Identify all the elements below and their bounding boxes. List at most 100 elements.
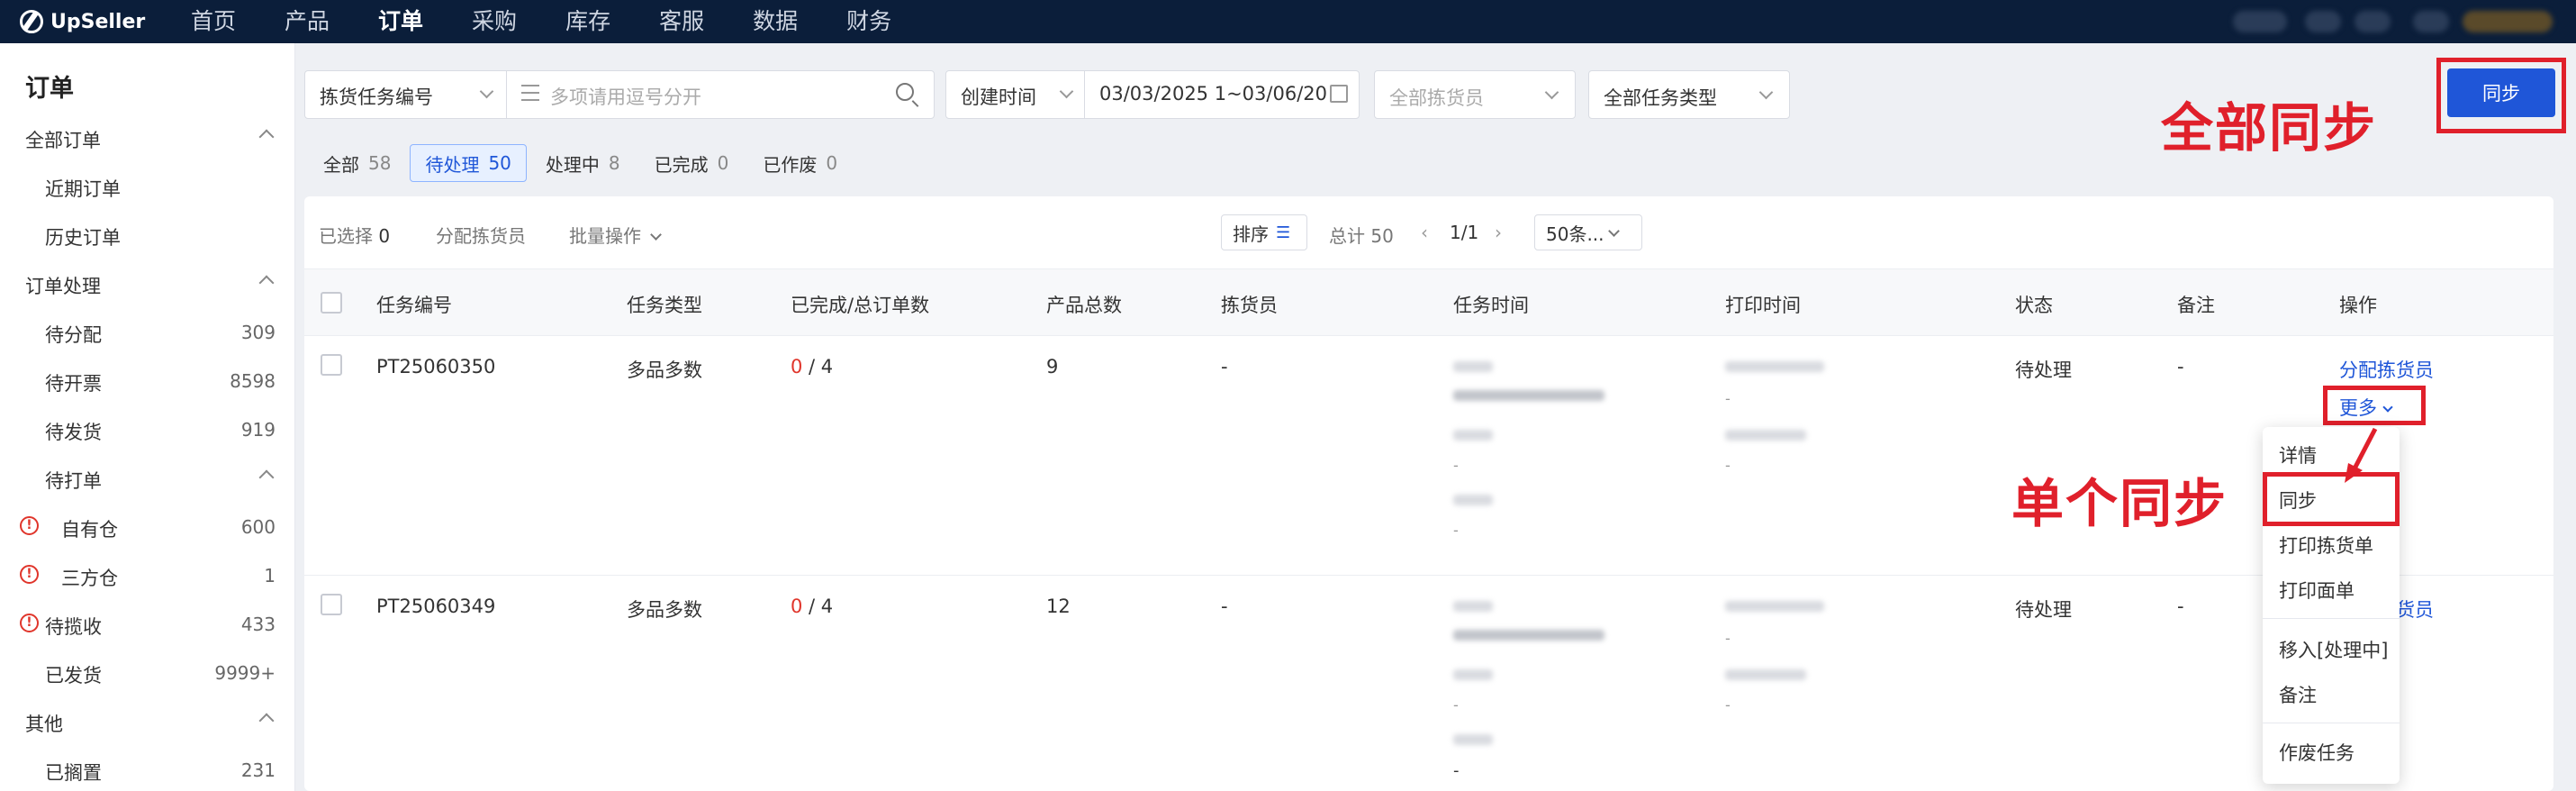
note: - [2177, 356, 2184, 377]
blurred-topbar-item[interactable] [2305, 11, 2341, 32]
tab-label: 已完成 [654, 153, 709, 176]
task-time-dash: - [1453, 696, 1459, 714]
menu-item-void-task[interactable]: 作废任务 [2279, 739, 2355, 766]
tab-all[interactable]: 全部 58 [308, 144, 406, 182]
blurred-print-time [1725, 361, 1824, 372]
task-no-input[interactable]: 多项请用逗号分开 [507, 70, 934, 119]
row-checkbox[interactable] [321, 354, 342, 376]
chevron-down-icon [1544, 85, 1559, 100]
tab-count: 0 [826, 152, 838, 174]
nav-finance[interactable]: 财务 [846, 0, 891, 43]
task-no-select-label: 拣货任务编号 [320, 86, 433, 108]
blurred-task-time [1453, 390, 1604, 401]
sidebar-group-order-processing[interactable]: 订单处理 [0, 265, 295, 301]
page-size-select[interactable]: 50条... [1534, 214, 1642, 250]
chevron-up-icon [258, 129, 275, 145]
task-type-select[interactable]: 全部任务类型 [1588, 70, 1790, 119]
blurred-user-avatar[interactable] [2463, 11, 2553, 32]
blurred-topbar-item[interactable] [2355, 11, 2391, 32]
search-icon[interactable] [896, 83, 919, 107]
tab-voided[interactable]: 已作废 0 [747, 144, 853, 182]
nav-inventory[interactable]: 库存 [565, 0, 610, 43]
tab-label: 已作废 [763, 153, 818, 176]
annotation-sync-all: 全部同步 [2161, 97, 2378, 159]
time-type-label: 创建时间 [961, 86, 1036, 108]
menu-item-details[interactable]: 详情 [2279, 441, 2317, 468]
sidebar-item-count: 1 [264, 565, 276, 586]
nav-products[interactable]: 产品 [285, 0, 330, 43]
warning-icon: ! [20, 565, 39, 584]
completed-total: 0 / 4 [791, 596, 833, 617]
sort-icon: ☰ [1276, 223, 1291, 242]
nav-customer-service[interactable]: 客服 [659, 0, 704, 43]
menu-item-print-label[interactable]: 打印面单 [2279, 577, 2355, 604]
nav-purchase[interactable]: 采购 [472, 0, 517, 43]
sidebar-item-to-collect[interactable]: ! 待揽收 433 [0, 605, 295, 641]
status-text: 待处理 [2015, 599, 2072, 621]
logo-icon [20, 10, 43, 33]
select-all-checkbox[interactable] [321, 292, 342, 314]
date-range-picker[interactable]: 03/03/2025 1~03/06/2025 1 [1085, 70, 1359, 119]
tab-count: 0 [717, 152, 729, 174]
time-type-select[interactable]: 创建时间 [946, 70, 1085, 119]
blurred-topbar-item[interactable] [2413, 11, 2449, 32]
sidebar-item-recent-orders[interactable]: 近期订单 [0, 168, 295, 204]
sidebar-item-third-party-warehouse[interactable]: ! 三方仓 1 [0, 557, 295, 593]
task-time-dash: - [1453, 522, 1459, 539]
tab-processing[interactable]: 处理中 8 [530, 144, 636, 182]
menu-item-print-pick-list[interactable]: 打印拣货单 [2279, 532, 2373, 559]
tab-completed[interactable]: 已完成 0 [639, 144, 745, 182]
picker-select-placeholder: 全部拣货员 [1389, 87, 1484, 109]
picker: - [1221, 596, 1228, 617]
blurred-task-time [1453, 734, 1493, 745]
chevron-down-icon [650, 229, 663, 241]
sort-label: 排序 [1233, 223, 1269, 245]
warning-icon: ! [20, 516, 39, 535]
sidebar-item-label: 已搁置 [45, 762, 102, 784]
sidebar-item-history-orders[interactable]: 历史订单 [0, 216, 295, 252]
col-status: 状态 [2015, 295, 2053, 316]
tab-label: 待处理 [425, 153, 480, 176]
sidebar-item-on-hold[interactable]: 已搁置 231 [0, 751, 295, 787]
task-no-select[interactable]: 拣货任务编号 [305, 70, 507, 119]
sidebar-item-to-assign[interactable]: 待分配 309 [0, 314, 295, 350]
batch-ops-dropdown[interactable]: 批量操作 [569, 222, 663, 248]
sidebar-item-count: 309 [240, 322, 276, 343]
sidebar-group-all-orders[interactable]: 全部订单 [0, 119, 295, 155]
sidebar-group-label: 全部订单 [25, 130, 101, 151]
next-page-icon[interactable]: › [1495, 222, 1502, 243]
task-no: PT25060349 [376, 596, 496, 617]
sidebar-group-other[interactable]: 其他 [0, 703, 295, 739]
blurred-print-time [1725, 669, 1806, 680]
sidebar-item-label: 待揽收 [45, 616, 102, 638]
sidebar-item-label: 历史订单 [45, 227, 121, 249]
sort-button[interactable]: 排序 ☰ [1221, 214, 1307, 250]
sidebar: 订单 全部订单 近期订单 历史订单 订单处理 待分配 309 待开票 8598 … [0, 43, 295, 791]
prev-page-icon[interactable]: ‹ [1421, 222, 1428, 243]
chevron-up-icon [258, 469, 275, 486]
tab-pending[interactable]: 待处理 50 [410, 144, 527, 182]
nav-orders[interactable]: 订单 [378, 0, 423, 43]
sidebar-item-own-warehouse[interactable]: ! 自有仓 600 [0, 508, 295, 544]
row-checkbox[interactable] [321, 594, 342, 615]
print-time-dash: - [1725, 696, 1731, 714]
sidebar-group-to-print[interactable]: 待打单 [0, 459, 295, 496]
sidebar-item-to-ship[interactable]: 待发货 919 [0, 411, 295, 447]
assign-picker-button[interactable]: 分配拣货员 [436, 222, 526, 248]
menu-item-move-processing[interactable]: 移入[处理中] [2279, 636, 2388, 663]
warning-icon: ! [20, 614, 39, 632]
sidebar-item-to-invoice[interactable]: 待开票 8598 [0, 362, 295, 398]
sidebar-item-label: 待分配 [45, 324, 102, 346]
nav-data[interactable]: 数据 [753, 0, 798, 43]
sidebar-item-shipped[interactable]: 已发货 9999+ [0, 654, 295, 690]
tab-count: 50 [488, 152, 511, 174]
picker-select[interactable]: 全部拣货员 [1374, 70, 1576, 119]
upseller-logo[interactable]: UpSeller [20, 9, 145, 34]
nav-home[interactable]: 首页 [191, 0, 236, 43]
assign-picker-link[interactable]: 分配拣货员 [2339, 356, 2434, 383]
tab-count: 58 [368, 152, 392, 174]
menu-item-note[interactable]: 备注 [2279, 681, 2317, 708]
chevron-down-icon [1758, 85, 1774, 100]
blurred-topbar-item[interactable] [2233, 11, 2287, 32]
sidebar-item-count: 433 [240, 614, 276, 635]
